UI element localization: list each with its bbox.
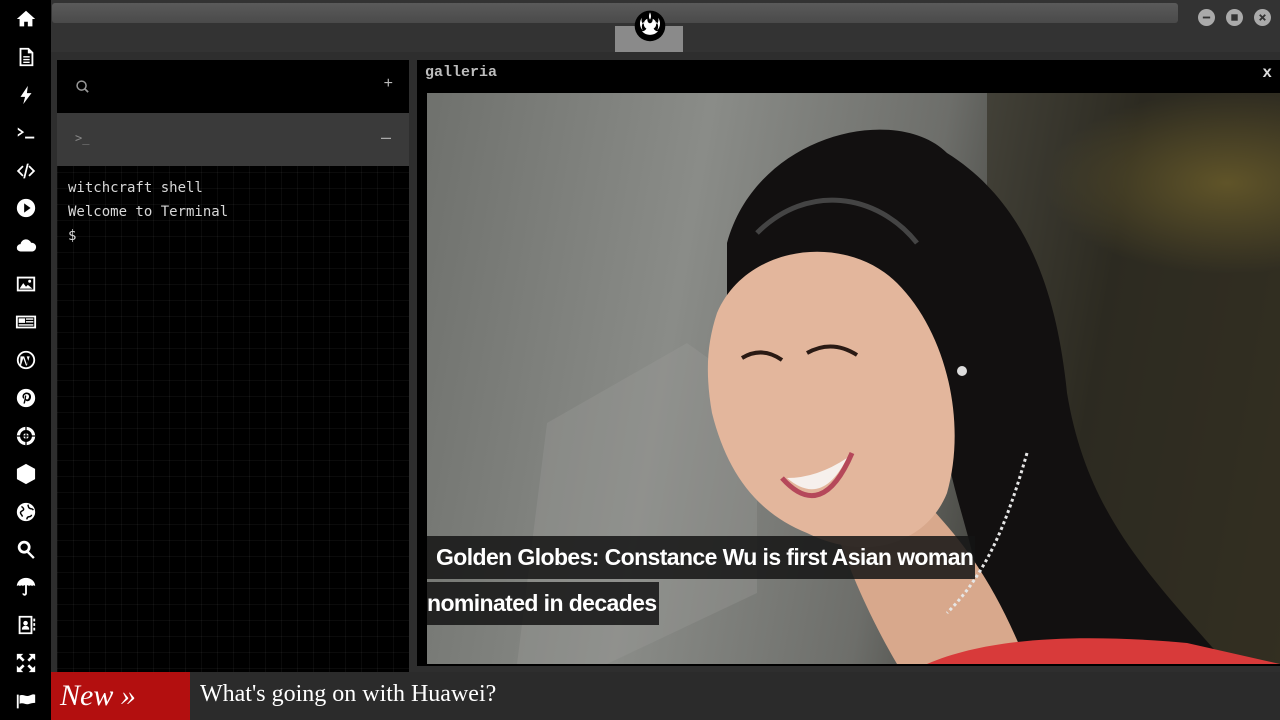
prompt-icon: >_ — [75, 131, 90, 145]
wordpress-icon[interactable] — [0, 341, 51, 379]
image-icon[interactable] — [0, 265, 51, 303]
expand-icon[interactable] — [0, 644, 51, 682]
flag-icon[interactable] — [0, 682, 51, 720]
gallery-photo[interactable]: Golden Globes: Constance Wu is first Asi… — [427, 93, 1280, 664]
sidebar — [0, 0, 51, 720]
maximize-icon — [1231, 14, 1238, 21]
cloud-icon[interactable] — [0, 227, 51, 265]
terminal-icon[interactable] — [0, 114, 51, 152]
terminal-panel: + >_ – witchcraft shell Welcome to Termi… — [57, 60, 409, 672]
gallery-close-button[interactable]: x — [1262, 64, 1272, 82]
code-icon[interactable] — [0, 152, 51, 190]
pinterest-icon[interactable] — [0, 379, 51, 417]
collapse-terminal-button[interactable]: – — [381, 127, 391, 148]
contacts-icon[interactable] — [0, 606, 51, 644]
play-icon[interactable] — [0, 189, 51, 227]
gallery-panel: galleria x Golden Globes: Constance Wu i… — [417, 60, 1280, 666]
caption-line-1: Golden Globes: Constance Wu is first Asi… — [427, 536, 976, 579]
minimize-button[interactable] — [1198, 9, 1215, 26]
terminal-tab[interactable]: >_ – — [57, 113, 409, 166]
search-icon — [76, 80, 89, 93]
news-ticker: New » What's going on with Huawei? — [51, 672, 1280, 720]
minimize-icon — [1202, 16, 1211, 19]
ticker-new-badge[interactable]: New » — [51, 672, 190, 720]
add-terminal-button[interactable]: + — [384, 75, 393, 93]
terminal-search-bar[interactable]: + — [57, 60, 409, 113]
umbrella-icon[interactable] — [0, 568, 51, 606]
terminal-output[interactable]: witchcraft shell Welcome to Terminal $ — [68, 176, 398, 248]
caption-line-2: nominated in decades — [427, 582, 659, 625]
address-bar[interactable] — [52, 3, 1178, 23]
globe-icon[interactable] — [0, 493, 51, 531]
close-icon — [1259, 14, 1266, 21]
bolt-icon[interactable] — [0, 76, 51, 114]
newspaper-icon[interactable] — [0, 303, 51, 341]
top-bar — [51, 0, 1280, 52]
document-icon[interactable] — [0, 38, 51, 76]
terminal-line: witchcraft shell — [68, 180, 203, 196]
search-icon[interactable] — [0, 530, 51, 568]
rebel-alliance-icon[interactable] — [0, 417, 51, 455]
maximize-button[interactable] — [1226, 9, 1243, 26]
gallery-title: galleria — [425, 64, 498, 81]
rebel-alliance-logo-icon — [634, 10, 666, 42]
ticker-headline[interactable]: What's going on with Huawei? — [200, 681, 496, 708]
home-icon[interactable] — [0, 0, 51, 38]
atom-icon[interactable] — [0, 455, 51, 493]
terminal-line: Welcome to Terminal — [68, 204, 229, 220]
close-button[interactable] — [1254, 9, 1271, 26]
terminal-prompt: $ — [68, 228, 77, 244]
